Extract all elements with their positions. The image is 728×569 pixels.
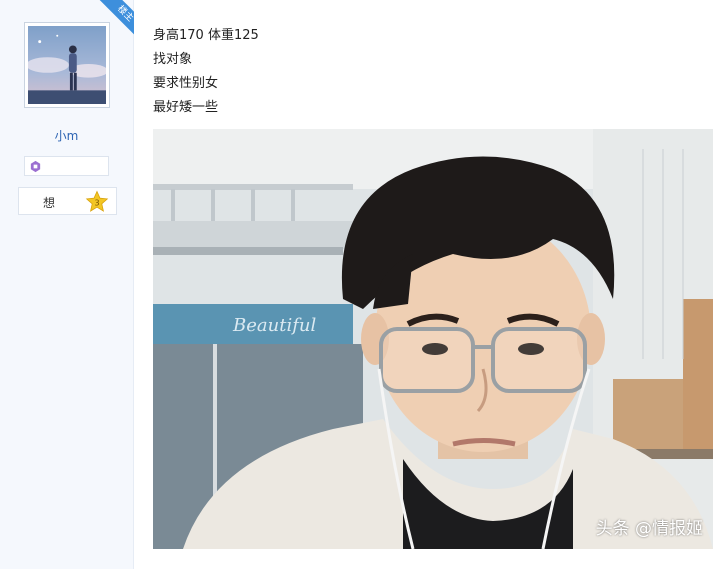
post-line: 找对象	[153, 52, 193, 67]
star-icon: 3	[85, 190, 109, 212]
post-line: 最好矮一些	[153, 100, 219, 115]
level-icon	[30, 160, 41, 173]
avatar[interactable]	[24, 22, 110, 108]
avatar-image	[28, 26, 106, 104]
post-photo[interactable]: Beautiful 头条 @情报姬	[153, 129, 713, 549]
level-badge	[24, 156, 109, 176]
post-line: 要求性别女	[153, 76, 219, 91]
selfie-image: Beautiful	[153, 129, 713, 549]
username[interactable]: 小m	[0, 127, 133, 144]
author-sidebar: 楼主 小m 想 3	[0, 0, 134, 569]
want-label: 想	[43, 196, 56, 210]
star-level-text: 3	[94, 199, 99, 208]
post-content: 身高170 体重125 找对象 要求性别女 最好矮一些	[153, 24, 259, 120]
watermark: 头条 @情报姬	[595, 519, 703, 539]
banner-text: Beautiful	[232, 315, 316, 336]
want-button[interactable]: 想 3	[18, 187, 117, 215]
post-line: 身高170 体重125	[153, 28, 259, 43]
